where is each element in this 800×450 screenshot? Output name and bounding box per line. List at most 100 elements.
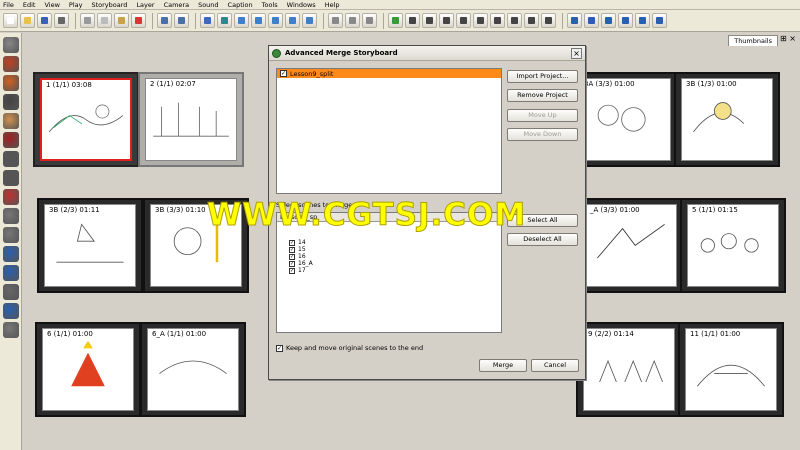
checkbox[interactable]: ✓ (289, 239, 295, 246)
zoom-tool-icon[interactable] (2, 227, 19, 243)
panel-thumbnail[interactable]: 9 (2/2) 01:14 (576, 322, 682, 417)
menu-item-edit[interactable]: Edit (23, 1, 36, 9)
panel-thumbnail[interactable]: 11 (1/1) 01:00 (678, 322, 784, 417)
panel-thumbnail[interactable]: 2 (1/1) 02:07 (138, 72, 244, 167)
text-tool-icon[interactable] (2, 94, 19, 110)
tab-thumbnails[interactable]: Thumbnails (728, 35, 778, 46)
next-icon[interactable] (618, 13, 633, 28)
new-icon[interactable] (3, 13, 18, 28)
grid-view-icon[interactable] (251, 13, 266, 28)
add-scene-icon[interactable] (422, 13, 437, 28)
last-frame-icon[interactable] (652, 13, 667, 28)
project-list[interactable]: ✓ Lesson9_split (276, 68, 502, 194)
list-item[interactable]: ✓ 17 (277, 267, 501, 274)
panel-thumbnail[interactable]: 5 (1/1) 01:15 (680, 198, 786, 293)
checkbox[interactable]: ✓ (289, 267, 295, 274)
menu-item-windows[interactable]: Windows (287, 1, 316, 9)
merge-icon[interactable] (541, 13, 556, 28)
timeline-icon[interactable] (200, 13, 215, 28)
remove-project-button[interactable]: Remove Project (507, 89, 578, 102)
list-item[interactable]: ✓ Lesson9_split (277, 69, 501, 78)
transition-icon[interactable] (524, 13, 539, 28)
menu-item-sound[interactable]: Sound (198, 1, 218, 9)
pin-icon[interactable]: ⊞ × (780, 34, 796, 43)
scene-list[interactable]: Lesson9_sp ✓ 14 ✓ 15 ✓ 16 ✓ 16_A ✓ 17 (276, 212, 502, 333)
select-tool-icon[interactable] (2, 37, 19, 53)
lock-tool-icon[interactable] (2, 322, 19, 338)
panel-thumbnail[interactable]: 3B (2/3) 01:11 (37, 198, 143, 293)
save-icon[interactable] (37, 13, 52, 28)
first-frame-icon[interactable] (567, 13, 582, 28)
zoom-out-icon[interactable] (345, 13, 360, 28)
zoom-in-icon[interactable] (328, 13, 343, 28)
panel-thumbnail[interactable]: 3A (3/3) 01:00 (572, 72, 678, 167)
menu-item-storyboard[interactable]: Storyboard (91, 1, 127, 9)
thumbnails-icon[interactable] (234, 13, 249, 28)
brush-tool-icon[interactable] (2, 56, 19, 72)
menu-item-caption[interactable]: Caption (228, 1, 253, 9)
camera-view-icon[interactable] (302, 13, 317, 28)
checkbox[interactable]: ✓ (280, 70, 287, 77)
panel-thumbnail[interactable]: 6_A (1/1) 01:00 (140, 322, 246, 417)
checkbox[interactable]: ✓ (289, 260, 295, 267)
print-icon[interactable] (54, 13, 69, 28)
fill-tool-icon[interactable] (2, 132, 19, 148)
pencil-tool-icon[interactable] (2, 75, 19, 91)
select-all-button[interactable]: Select All (507, 214, 578, 227)
panel-thumbnail[interactable]: 3B (1/3) 01:00 (674, 72, 780, 167)
menu-item-view[interactable]: View (44, 1, 59, 9)
cut-icon[interactable] (80, 13, 95, 28)
panel-thumbnail[interactable]: 3B (3/3) 01:10 (143, 198, 249, 293)
new-panel-icon[interactable] (507, 13, 522, 28)
sound-icon[interactable] (217, 13, 232, 28)
join-scene-icon[interactable] (490, 13, 505, 28)
open-icon[interactable] (20, 13, 35, 28)
dropper-tool-icon[interactable] (2, 189, 19, 205)
ellipse-tool-icon[interactable] (2, 170, 19, 186)
list-item[interactable]: ✓ 14 (277, 239, 501, 246)
shape-tool-icon[interactable] (2, 151, 19, 167)
deselect-all-button[interactable]: Deselect All (507, 233, 578, 246)
cancel-button[interactable]: Cancel (531, 359, 579, 372)
panel-thumbnail[interactable]: 6 (1/1) 01:00 (35, 322, 141, 417)
import-project-button[interactable]: Import Project... (507, 70, 578, 83)
menu-item-camera[interactable]: Camera (164, 1, 190, 9)
close-icon[interactable]: × (571, 48, 582, 59)
merge-button[interactable]: Merge (479, 359, 527, 372)
undo-icon[interactable] (157, 13, 172, 28)
list-item[interactable]: ✓ 16_A (277, 260, 501, 267)
list-item[interactable]: ✓ 15 (277, 246, 501, 253)
split-panel-icon[interactable] (456, 13, 471, 28)
menu-item-layer[interactable]: Layer (136, 1, 154, 9)
panel-thumbnail[interactable]: 1 (1/1) 03:08 (33, 72, 139, 167)
move-up-button[interactable]: Move Up (507, 109, 578, 122)
loop-icon[interactable] (635, 13, 650, 28)
play-icon[interactable] (601, 13, 616, 28)
copy-icon[interactable] (97, 13, 112, 28)
fit-icon[interactable] (362, 13, 377, 28)
eraser-tool-icon[interactable] (2, 113, 19, 129)
keep-original-option[interactable]: ✓ Keep and move original scenes to the e… (276, 344, 423, 352)
layer-tool-icon[interactable] (2, 303, 19, 319)
hand-tool-icon[interactable] (2, 208, 19, 224)
list-item[interactable]: ✓ 16 (277, 253, 501, 260)
checkbox[interactable]: ✓ (289, 246, 295, 253)
transform-tool-icon[interactable] (2, 265, 19, 281)
globe-icon[interactable] (388, 13, 403, 28)
previous-icon[interactable] (584, 13, 599, 28)
menu-item-file[interactable]: File (3, 1, 14, 9)
menu-item-tools[interactable]: Tools (262, 1, 278, 9)
move-down-button[interactable]: Move Down (507, 128, 578, 141)
rotate-tool-icon[interactable] (2, 246, 19, 262)
stage-view-icon[interactable] (285, 13, 300, 28)
checkbox[interactable]: ✓ (289, 253, 295, 260)
panel-view-icon[interactable] (268, 13, 283, 28)
redo-icon[interactable] (174, 13, 189, 28)
paste-icon[interactable] (114, 13, 129, 28)
panel-thumbnail[interactable]: _A (3/3) 01:00 (578, 198, 684, 293)
add-panel-icon[interactable] (405, 13, 420, 28)
duplicate-panel-icon[interactable] (439, 13, 454, 28)
menu-item-help[interactable]: Help (325, 1, 340, 9)
delete-icon[interactable] (131, 13, 146, 28)
menu-item-play[interactable]: Play (69, 1, 83, 9)
